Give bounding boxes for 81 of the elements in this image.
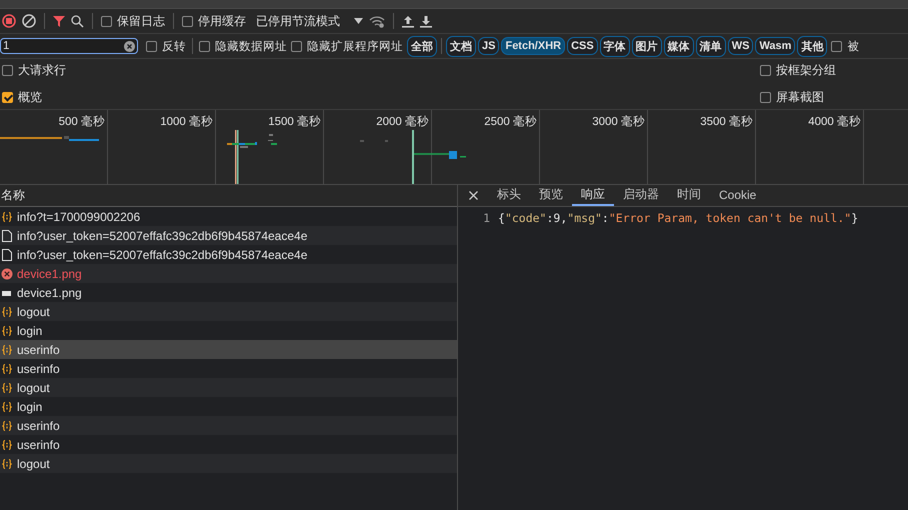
type-filter-button[interactable]: Wasm — [755, 37, 796, 55]
request-name: logout — [17, 456, 50, 470]
type-filter-button[interactable]: 文档 — [446, 36, 476, 56]
request-name: userinfo — [17, 342, 60, 356]
type-filter-button[interactable]: 全部 — [407, 36, 437, 56]
request-name: userinfo — [17, 438, 60, 452]
request-name: login — [17, 400, 42, 414]
request-name: logout — [17, 304, 50, 318]
option-checkbox[interactable]: 概览 — [2, 89, 760, 106]
type-filter-button[interactable]: CSS — [567, 37, 598, 55]
request-row[interactable]: info?user_token=52007effafc39c2db6f9b45874eace4e — [0, 226, 457, 245]
request-name: info?t=1700099002206 — [17, 210, 140, 224]
caret-icon[interactable] — [354, 18, 363, 24]
braces-icon — [1, 420, 13, 432]
hide-extension-urls-checkbox[interactable]: 隐藏扩展程序网址 — [291, 38, 403, 54]
hide-data-urls-checkbox[interactable]: 隐藏数据网址 — [199, 38, 287, 54]
throttling-dropdown[interactable]: 已停用节流模式 — [252, 12, 344, 30]
request-name: device1.png — [17, 266, 82, 280]
braces-icon — [1, 306, 13, 318]
request-name: info?user_token=52007effafc39c2db6f9b45874eace4e — [17, 248, 308, 262]
type-filter-button[interactable]: Fetch/XHR — [501, 37, 566, 55]
filter-checkbox[interactable]: 被 — [831, 38, 860, 54]
braces-icon — [1, 344, 13, 356]
request-row[interactable]: logout — [0, 454, 457, 473]
type-filter-button[interactable]: 清单 — [696, 36, 726, 56]
details-tab[interactable]: 启动器 — [614, 185, 668, 206]
line-number: 1 — [482, 211, 491, 225]
type-filter-button[interactable]: 媒体 — [664, 36, 694, 56]
time-tick-label: 3000 毫秒 — [540, 110, 648, 184]
details-tab[interactable]: 时间 — [668, 185, 710, 206]
search-icon[interactable] — [71, 14, 84, 28]
braces-icon — [1, 458, 13, 470]
clear-icon[interactable] — [22, 14, 36, 28]
error-icon — [1, 268, 13, 280]
type-filter-button[interactable]: 字体 — [600, 36, 630, 56]
type-filter-button[interactable]: 其他 — [797, 36, 828, 56]
upload-icon[interactable] — [402, 14, 414, 28]
braces-icon — [1, 324, 13, 336]
request-name: userinfo — [17, 362, 60, 376]
request-row[interactable]: logout — [0, 378, 457, 397]
request-row[interactable]: logout — [0, 302, 457, 321]
download-icon[interactable] — [420, 14, 432, 28]
column-header[interactable]: 名称 — [0, 185, 457, 207]
document-icon — [1, 248, 13, 260]
disable-cache-checkbox[interactable]: 停用缓存 — [182, 12, 246, 30]
request-name: device1.png — [17, 286, 82, 300]
type-filter-button[interactable]: JS — [478, 37, 500, 55]
option-checkbox[interactable]: 屏幕截图 — [760, 89, 836, 106]
braces-icon — [1, 400, 13, 412]
braces-icon — [1, 362, 13, 374]
braces-icon — [1, 382, 13, 394]
invert-checkbox[interactable]: 反转 — [146, 38, 186, 54]
details-tab[interactable]: 响应 — [572, 185, 614, 206]
document-icon — [1, 230, 13, 242]
type-filter-button[interactable]: WS — [728, 37, 754, 55]
request-name: login — [17, 324, 42, 338]
clear-input-icon[interactable] — [124, 40, 135, 52]
request-name: info?user_token=52007effafc39c2db6f9b45874eace4e — [17, 228, 308, 242]
option-checkbox[interactable]: 大请求行 — [2, 62, 760, 79]
time-tick-label: 4000 毫秒 — [756, 110, 864, 184]
preserve-log-checkbox[interactable]: 保留日志 — [101, 12, 165, 30]
braces-icon — [1, 438, 13, 450]
details-tab[interactable]: 预览 — [530, 185, 572, 206]
request-name: userinfo — [17, 418, 60, 432]
details-tab[interactable]: 标头 — [488, 185, 530, 206]
time-tick-label: 1000 毫秒 — [108, 110, 216, 184]
request-row[interactable]: userinfo — [0, 416, 457, 435]
request-name: logout — [17, 380, 50, 394]
time-tick-label: 3500 毫秒 — [648, 110, 756, 184]
filter-icon[interactable] — [53, 15, 65, 27]
braces-icon — [1, 210, 13, 222]
stop-recording-icon[interactable] — [2, 14, 16, 28]
option-checkbox[interactable]: 按框架分组 — [760, 62, 836, 79]
network-conditions-icon[interactable] — [369, 14, 385, 28]
details-tab[interactable]: Cookie — [710, 185, 766, 206]
request-row[interactable]: userinfo — [0, 340, 457, 359]
filter-field[interactable]: 1 — [0, 38, 138, 54]
type-filter-button[interactable]: 图片 — [632, 36, 662, 56]
close-icon[interactable] — [469, 191, 478, 200]
response-code-line: {"code":9,"msg":"Error Param, token can't be null."} — [498, 211, 858, 225]
request-row[interactable]: device1.png — [0, 264, 457, 283]
